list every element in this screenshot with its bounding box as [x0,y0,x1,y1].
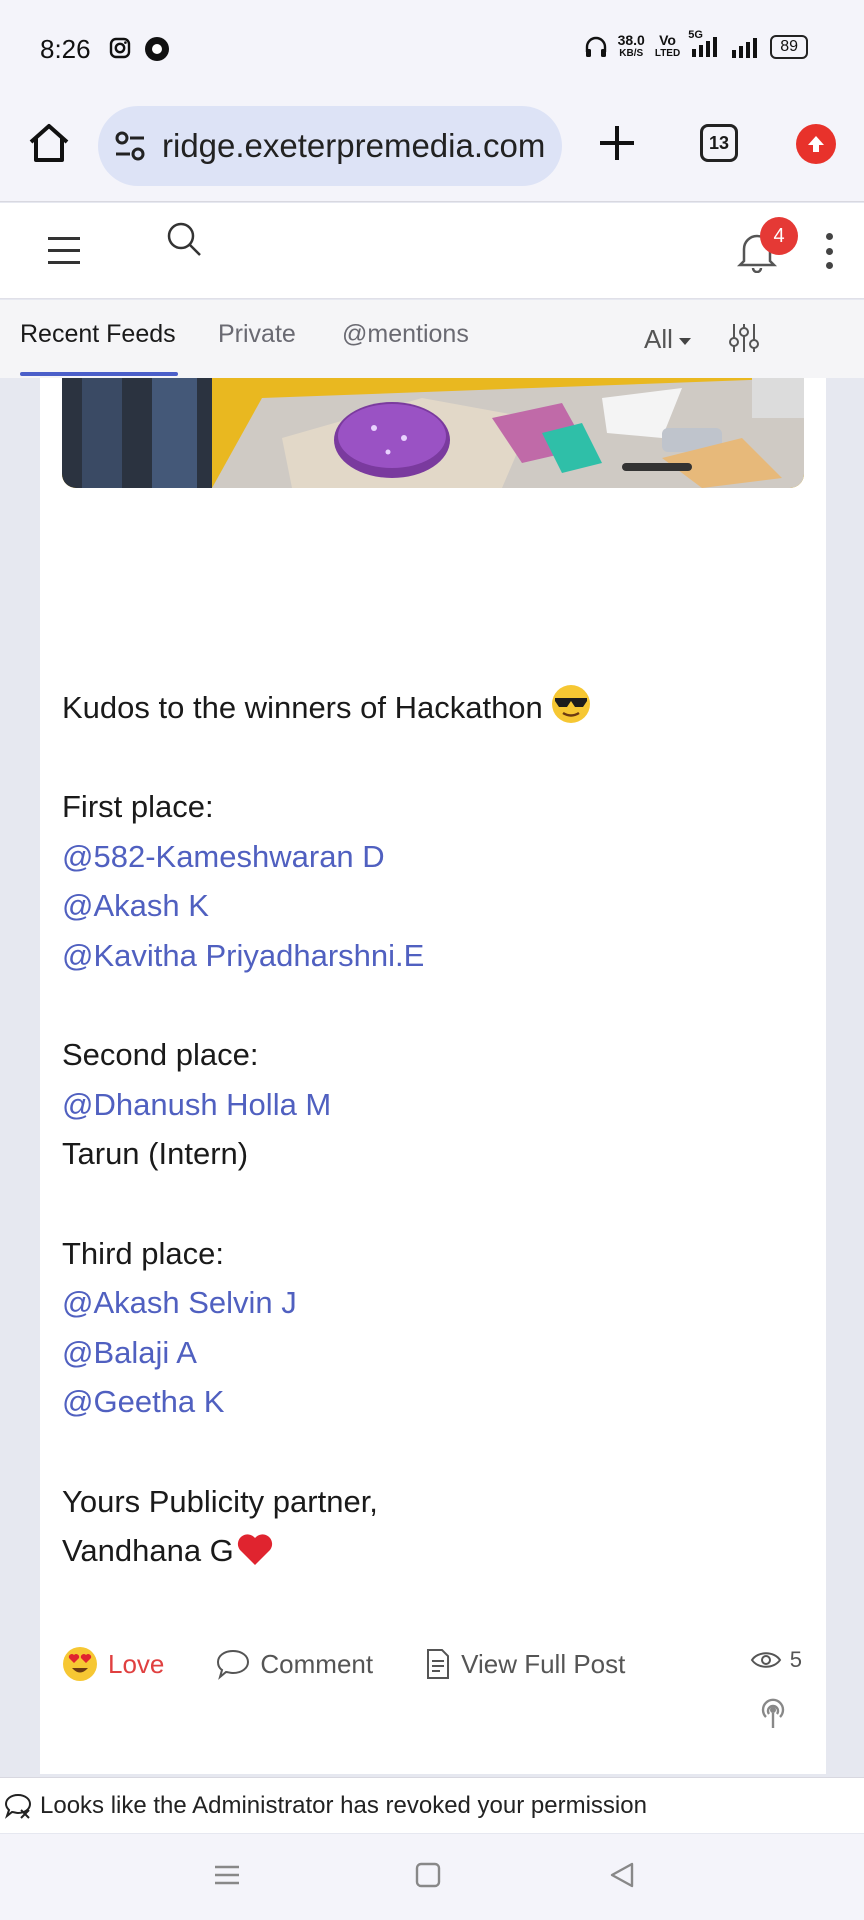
signal-strength-icon-2 [732,38,758,58]
mention-link[interactable]: @Dhanush Holla M [62,1080,802,1130]
winner-name: Tarun (Intern) [62,1136,249,1172]
post-author: Vandhana G [62,1533,234,1569]
status-time: 8:26 [40,34,91,64]
sunglasses-emoji-icon [551,685,590,723]
network-speed-value: 38.0 [617,32,645,48]
feed-filter-dropdown[interactable]: All [644,324,691,355]
post-headline: Kudos to the winners of Hackathon [62,690,543,725]
url-text[interactable]: ridge.exeterpremedia.com [162,127,545,165]
mention-link[interactable]: @Akash Selvin J [62,1278,802,1328]
home-icon[interactable] [26,120,72,166]
browser-toolbar: ridge.exeterpremedia.com 13 [0,100,864,202]
filter-settings-icon[interactable] [728,322,760,354]
threads-app-icon [145,37,169,61]
address-bar[interactable]: ridge.exeterpremedia.com [98,106,562,186]
view-full-post-button[interactable]: View Full Post [425,1648,625,1680]
headphones-icon [585,36,606,57]
mention-link[interactable]: @582-Kameshwaran D [62,832,802,882]
comment-icon [217,1649,250,1680]
chevron-down-icon [678,337,691,345]
status-bar: 8:26 38.0 KB/S Vo LTED 5G 89 [0,0,864,100]
tab-switcher-button[interactable]: 13 [700,124,738,162]
mention-link[interactable]: @Balaji A [62,1328,802,1378]
instagram-icon [109,37,131,59]
mention-link[interactable]: @Akash K [62,881,802,931]
feed-tab-bar: Recent Feeds Private @mentions All [0,300,864,378]
toast-message: Looks like the Administrator has revoked… [40,1791,647,1819]
second-place-heading: Second place: [62,1037,259,1073]
update-button[interactable] [796,124,836,164]
love-button[interactable]: Love [62,1646,164,1682]
view-count: 5 [750,1647,802,1673]
feed-post-card: Kudos to the winners of Hackathon First … [40,378,826,1774]
love-label: Love [108,1648,165,1679]
view-count-value: 5 [789,1647,802,1672]
tab-private[interactable]: Private [218,320,296,349]
signal-5g: 5G [688,29,720,60]
first-place-heading: First place: [62,789,214,825]
document-icon [427,1649,450,1679]
search-icon[interactable] [164,219,204,259]
tab-recent-feeds[interactable]: Recent Feeds [20,320,176,349]
recents-icon[interactable] [212,1860,242,1890]
notification-badge[interactable]: 4 [760,217,798,255]
status-app-icons [108,36,170,62]
site-settings-icon[interactable] [112,128,148,164]
eye-icon [750,1652,781,1668]
volte-label: Vo [659,32,676,48]
heart-eyes-emoji-icon [63,1647,97,1681]
home-nav-icon[interactable] [414,1860,442,1890]
status-indicators: 38.0 KB/S Vo LTED 5G 89 [584,29,808,60]
post-photo [62,378,804,488]
volte-sub: LTED [654,48,681,59]
system-nav-bar [0,1834,864,1920]
post-signoff: Yours Publicity partner, [62,1483,378,1519]
post-author-line: Vandhana G [62,1526,802,1576]
mention-link[interactable]: @Geetha K [62,1377,802,1427]
post-actions: Love Comment View Full Post 5 [62,1641,802,1687]
post-headline-line: Kudos to the winners of Hackathon [62,683,802,733]
red-heart-emoji-icon [237,1534,272,1566]
comment-button[interactable]: Comment [216,1648,373,1680]
volte-indicator: Vo LTED [654,32,681,60]
menu-icon[interactable] [48,237,80,265]
permission-toast: Looks like the Administrator has revoked… [0,1777,864,1833]
comment-label: Comment [260,1648,374,1679]
back-icon[interactable] [608,1860,636,1890]
post-body: Kudos to the winners of Hackathon First … [62,683,802,1576]
view-full-post-label: View Full Post [461,1648,626,1679]
active-tab-indicator [20,372,178,376]
feed-filter-value: All [644,324,673,354]
network-speed: 38.0 KB/S [617,32,645,60]
third-place-heading: Third place: [62,1235,224,1271]
battery-indicator: 89 [770,35,808,59]
mention-link[interactable]: @Kavitha Priyadharshni.E [62,931,802,981]
network-type: 5G [688,28,703,41]
app-header: 4 [0,203,864,299]
network-speed-unit: KB/S [619,48,644,59]
more-options-icon[interactable] [824,233,834,269]
comment-disabled-icon [4,1793,32,1819]
new-tab-icon[interactable] [594,120,640,166]
post-image[interactable] [62,378,804,488]
arrow-up-icon [808,136,824,152]
broadcast-icon[interactable] [756,1696,790,1730]
tab-mentions[interactable]: @mentions [342,320,469,349]
